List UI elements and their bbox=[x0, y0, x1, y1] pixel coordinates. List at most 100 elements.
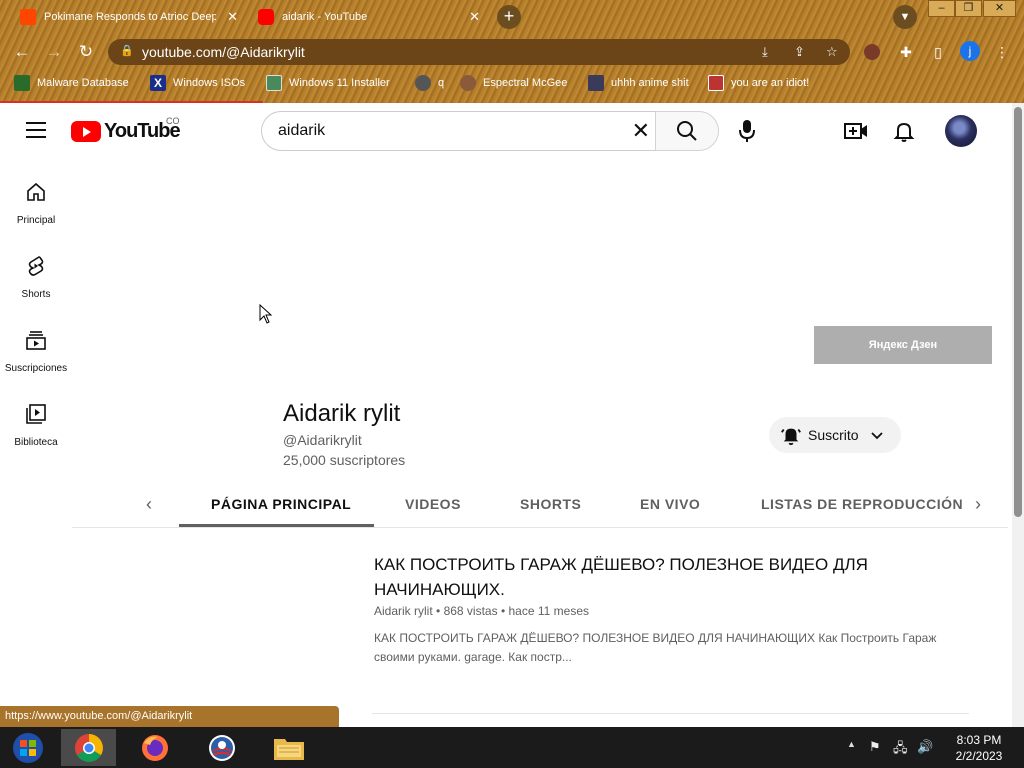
tab-close-icon[interactable]: ✕ bbox=[227, 9, 238, 25]
browser-frame: Pokimane Responds to Atrioc Deepfake ✕ a… bbox=[0, 0, 1024, 103]
guide-item-suscripciones[interactable]: Suscripciones bbox=[0, 328, 72, 376]
browser-tab-youtube[interactable]: aidarik - YouTube ✕ bbox=[258, 4, 480, 30]
bookmark-espectral-mcgee[interactable]: Espectral McGee bbox=[460, 75, 567, 91]
tab-en-vivo[interactable]: EN VIVO bbox=[640, 496, 700, 512]
yandex-dzen-ad-button[interactable]: Яндекс Дзен bbox=[814, 326, 992, 364]
forward-arrow-icon[interactable]: → bbox=[42, 40, 66, 64]
scrollbar-thumb[interactable] bbox=[1014, 107, 1022, 517]
search-query[interactable]: aidarik bbox=[278, 122, 325, 140]
guide-label: Principal bbox=[16, 215, 56, 226]
country-code: CO bbox=[166, 116, 180, 126]
guide-item-shorts[interactable]: Shorts bbox=[0, 254, 72, 302]
bookmark-q[interactable]: q bbox=[415, 75, 444, 91]
home-icon bbox=[27, 182, 45, 201]
guide-item-biblioteca[interactable]: Biblioteca bbox=[0, 402, 72, 450]
network-icon[interactable]: 🖧 bbox=[893, 739, 908, 761]
guide-label: Shorts bbox=[21, 289, 51, 300]
flag-icon bbox=[708, 75, 724, 91]
bookmark-label: Windows ISOs bbox=[173, 77, 246, 89]
taskbar-firefox[interactable] bbox=[127, 729, 182, 766]
window-close-button[interactable]: ✕ bbox=[983, 0, 1016, 17]
bookmark-you-are-an-idiot[interactable]: you are an idiot! bbox=[708, 75, 809, 91]
guide-item-principal[interactable]: Principal bbox=[0, 180, 72, 228]
bookmark-anime[interactable]: uhhh anime shit bbox=[588, 75, 689, 91]
share-icon[interactable]: ⇪ bbox=[794, 44, 805, 60]
hamburger-menu-icon[interactable] bbox=[26, 122, 46, 138]
tab-shorts[interactable]: SHORTS bbox=[520, 496, 581, 512]
search-button[interactable] bbox=[655, 111, 719, 151]
bookmark-label: you are an idiot! bbox=[731, 77, 810, 89]
featured-video-meta: Aidarik rylit • 868 vistas • hace 11 mes… bbox=[374, 604, 589, 618]
show-hidden-icons-icon[interactable]: ▲ bbox=[847, 739, 856, 749]
start-button[interactable] bbox=[0, 729, 55, 766]
create-video-icon[interactable] bbox=[844, 121, 868, 141]
more-vert-icon[interactable]: ⋮ bbox=[992, 42, 1012, 62]
extension-avatar-icon[interactable] bbox=[864, 44, 880, 60]
tab-listas-de-reproduccion[interactable]: LISTAS DE REPRODUCCIÓN bbox=[761, 496, 963, 512]
face-icon bbox=[460, 75, 476, 91]
active-tab-indicator bbox=[179, 524, 374, 527]
channel-tabs: ‹ PÁGINA PRINCIPAL VIDEOS SHORTS EN VIVO… bbox=[72, 480, 1008, 528]
taskbar-clock[interactable]: 8:03 PM 2/2/2023 bbox=[948, 732, 1010, 764]
taskbar-obama-app[interactable] bbox=[194, 729, 249, 766]
bookmark-label: uhhh anime shit bbox=[611, 77, 689, 89]
bookmark-windows-isos[interactable]: X Windows ISOs bbox=[150, 75, 245, 91]
volume-icon[interactable]: 🔊 bbox=[917, 739, 933, 755]
featured-video-title[interactable]: КАК ПОСТРОИТЬ ГАРАЖ ДЁШЕВО? ПОЛЕЗНОЕ ВИД… bbox=[374, 552, 914, 602]
search-icon bbox=[677, 121, 697, 141]
meta-separator: • bbox=[500, 604, 506, 618]
windows-orb-icon bbox=[12, 732, 43, 763]
address-url[interactable]: youtube.com/@Aidarikrylit bbox=[142, 44, 305, 60]
account-avatar[interactable] bbox=[945, 115, 977, 147]
clear-search-icon[interactable]: ✕ bbox=[632, 118, 650, 144]
voice-search-mic-icon[interactable] bbox=[735, 117, 759, 145]
reload-icon[interactable]: ↻ bbox=[74, 40, 98, 64]
subscriptions-icon bbox=[26, 331, 46, 350]
install-app-icon[interactable]: ⤓ bbox=[762, 44, 768, 60]
video-views: 868 vistas bbox=[443, 604, 498, 618]
bookmark-star-icon[interactable]: ☆ bbox=[826, 44, 838, 60]
subscribed-button[interactable]: Suscrito bbox=[769, 417, 901, 453]
tabs-scroll-left-icon[interactable]: ‹ bbox=[146, 494, 152, 515]
x-logo-icon: X bbox=[150, 75, 166, 91]
extensions-puzzle-icon[interactable]: ✚ bbox=[896, 42, 916, 62]
obama-logo-icon bbox=[208, 734, 235, 761]
bookmark-label: Espectral McGee bbox=[483, 77, 568, 89]
action-center-flag-icon[interactable]: ⚑ bbox=[869, 739, 881, 755]
taskbar-file-explorer[interactable] bbox=[261, 729, 316, 766]
subscriber-count: 25,000 suscriptores bbox=[283, 452, 406, 468]
cube-icon bbox=[415, 75, 431, 91]
side-panel-icon[interactable]: ▯ bbox=[928, 42, 948, 62]
back-arrow-icon[interactable]: ← bbox=[10, 40, 34, 64]
bookmark-malware-database[interactable]: Malware Database bbox=[14, 75, 129, 91]
windows-taskbar: ▲ ⚑ 🖧 🔊 8:03 PM 2/2/2023 bbox=[0, 727, 1024, 768]
bookmark-label: Malware Database bbox=[37, 77, 129, 89]
youtube-favicon-icon bbox=[258, 9, 274, 25]
search-input[interactable]: aidarik ✕ bbox=[261, 111, 656, 151]
tab-search-chevron-icon[interactable]: ▼ bbox=[893, 5, 917, 29]
video-channel-name[interactable]: Aidarik rylit bbox=[374, 604, 433, 618]
address-bar[interactable]: 🔒 youtube.com/@Aidarikrylit ⤓ ⇪ ☆ bbox=[108, 39, 850, 65]
tab-videos[interactable]: VIDEOS bbox=[405, 496, 461, 512]
tab-close-icon[interactable]: ✕ bbox=[469, 9, 480, 25]
lock-icon[interactable]: 🔒 bbox=[120, 44, 134, 57]
new-tab-button[interactable]: + bbox=[497, 5, 521, 29]
tab-pagina-principal[interactable]: PÁGINA PRINCIPAL bbox=[211, 496, 351, 512]
browser-tab-pokimane[interactable]: Pokimane Responds to Atrioc Deepfake ✕ bbox=[20, 4, 238, 30]
profile-avatar[interactable]: j bbox=[960, 41, 980, 61]
youtube-masthead: YouTube CO aidarik ✕ bbox=[0, 103, 1010, 159]
tab-title: aidarik - YouTube bbox=[282, 11, 368, 23]
tabs-scroll-right-icon[interactable]: › bbox=[975, 494, 981, 515]
bookmark-label: Windows 11 Installer bbox=[289, 77, 390, 89]
notifications-bell-icon[interactable] bbox=[892, 119, 916, 143]
bookmark-windows11-installer[interactable]: Windows 11 Installer bbox=[266, 75, 390, 91]
channel-handle: @Aidarikrylit bbox=[283, 432, 362, 448]
youtube-logo[interactable]: YouTube CO bbox=[71, 116, 181, 143]
reddit-favicon-icon bbox=[20, 9, 36, 25]
window-minimize-button[interactable]: – bbox=[928, 0, 955, 17]
taskbar-chrome[interactable] bbox=[61, 729, 116, 766]
window-maximize-button[interactable]: ❐ bbox=[955, 0, 982, 17]
page-scrollbar[interactable] bbox=[1012, 103, 1024, 727]
channel-name: Aidarik rylit bbox=[283, 400, 401, 427]
featured-video-description[interactable]: КАК ПОСТРОИТЬ ГАРАЖ ДЁШЕВО? ПОЛЕЗНОЕ ВИД… bbox=[374, 629, 939, 667]
